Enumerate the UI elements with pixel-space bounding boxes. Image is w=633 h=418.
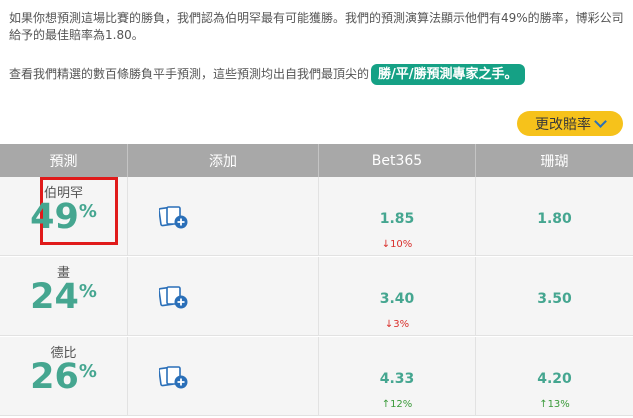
chevron-down-icon: [594, 115, 607, 128]
bet365-odds-change: ↑12%: [381, 399, 413, 410]
coral-odds[interactable]: 4.20: [476, 371, 633, 387]
table-row: 德比 26% 4.33 ↑12% 4.20 ↑13%: [0, 337, 633, 416]
intro-paragraph-2-text: 查看我們精選的數百條勝負平手預測，這些預測均出自我們最頂尖的: [9, 67, 370, 81]
add-cell: [128, 257, 319, 335]
intro-paragraph-1: 如果你想預測這場比賽的勝負，我們認為伯明罕最有可能獲勝。我們的預測演算法顯示他們…: [9, 11, 624, 42]
experts-link[interactable]: 勝/平/勝預測專家之手。: [371, 64, 525, 85]
prediction-cell: 畫 24%: [0, 257, 128, 335]
bet365-odds[interactable]: 4.33: [319, 371, 475, 387]
add-to-betslip-icon[interactable]: [158, 205, 189, 230]
percent-symbol: %: [78, 201, 97, 222]
percentage-value: 49: [30, 197, 79, 237]
coral-cell[interactable]: 4.20 ↑13%: [476, 337, 633, 415]
prediction-cell: 伯明罕 49%: [0, 177, 128, 255]
bet365-cell[interactable]: 4.33 ↑12%: [319, 337, 476, 415]
bet365-odds-change: ↓3%: [384, 319, 410, 330]
win-percentage: 26%: [0, 357, 127, 397]
bet365-odds-change: ↓10%: [381, 239, 413, 250]
percent-symbol: %: [78, 361, 97, 382]
table-header: 預測 添加 Bet365 珊瑚: [0, 144, 633, 177]
change-odds-label: 更改賠率: [535, 115, 591, 132]
add-cell: [128, 177, 319, 255]
percent-symbol: %: [78, 281, 97, 302]
bet365-odds[interactable]: 1.85: [319, 211, 475, 227]
table-row: 畫 24% 3.40 ↓3% 3.50: [0, 257, 633, 336]
coral-cell[interactable]: 1.80: [476, 177, 633, 255]
table-row: 伯明罕 49% 1.85 ↓10% 1.80: [0, 177, 633, 256]
bet365-odds[interactable]: 3.40: [319, 291, 475, 307]
win-percentage: 24%: [0, 277, 127, 317]
percentage-value: 24: [30, 277, 79, 317]
intro-text: 如果你想預測這場比賽的勝負，我們認為伯明罕最有可能獲勝。我們的預測演算法顯示他們…: [9, 10, 624, 85]
add-to-betslip-icon[interactable]: [158, 365, 189, 390]
coral-cell[interactable]: 3.50: [476, 257, 633, 335]
coral-odds[interactable]: 3.50: [476, 291, 633, 307]
bet365-cell[interactable]: 3.40 ↓3%: [319, 257, 476, 335]
percentage-value: 26: [30, 357, 79, 397]
header-add: 添加: [128, 144, 319, 177]
win-percentage: 49%: [0, 197, 127, 237]
coral-odds-change: ↑13%: [539, 399, 570, 410]
add-cell: [128, 337, 319, 415]
bet365-cell[interactable]: 1.85 ↓10%: [319, 177, 476, 255]
prediction-cell: 德比 26%: [0, 337, 128, 415]
header-bet365: Bet365: [319, 144, 476, 177]
add-to-betslip-icon[interactable]: [158, 285, 189, 310]
header-coral: 珊瑚: [540, 153, 569, 170]
coral-odds[interactable]: 1.80: [476, 211, 633, 227]
intro-paragraph-2: 查看我們精選的數百條勝負平手預測，這些預測均出自我們最頂尖的 勝/平/勝預測專家之…: [9, 64, 525, 85]
header-prediction: 預測: [0, 144, 128, 177]
change-odds-button[interactable]: 更改賠率: [517, 111, 623, 136]
